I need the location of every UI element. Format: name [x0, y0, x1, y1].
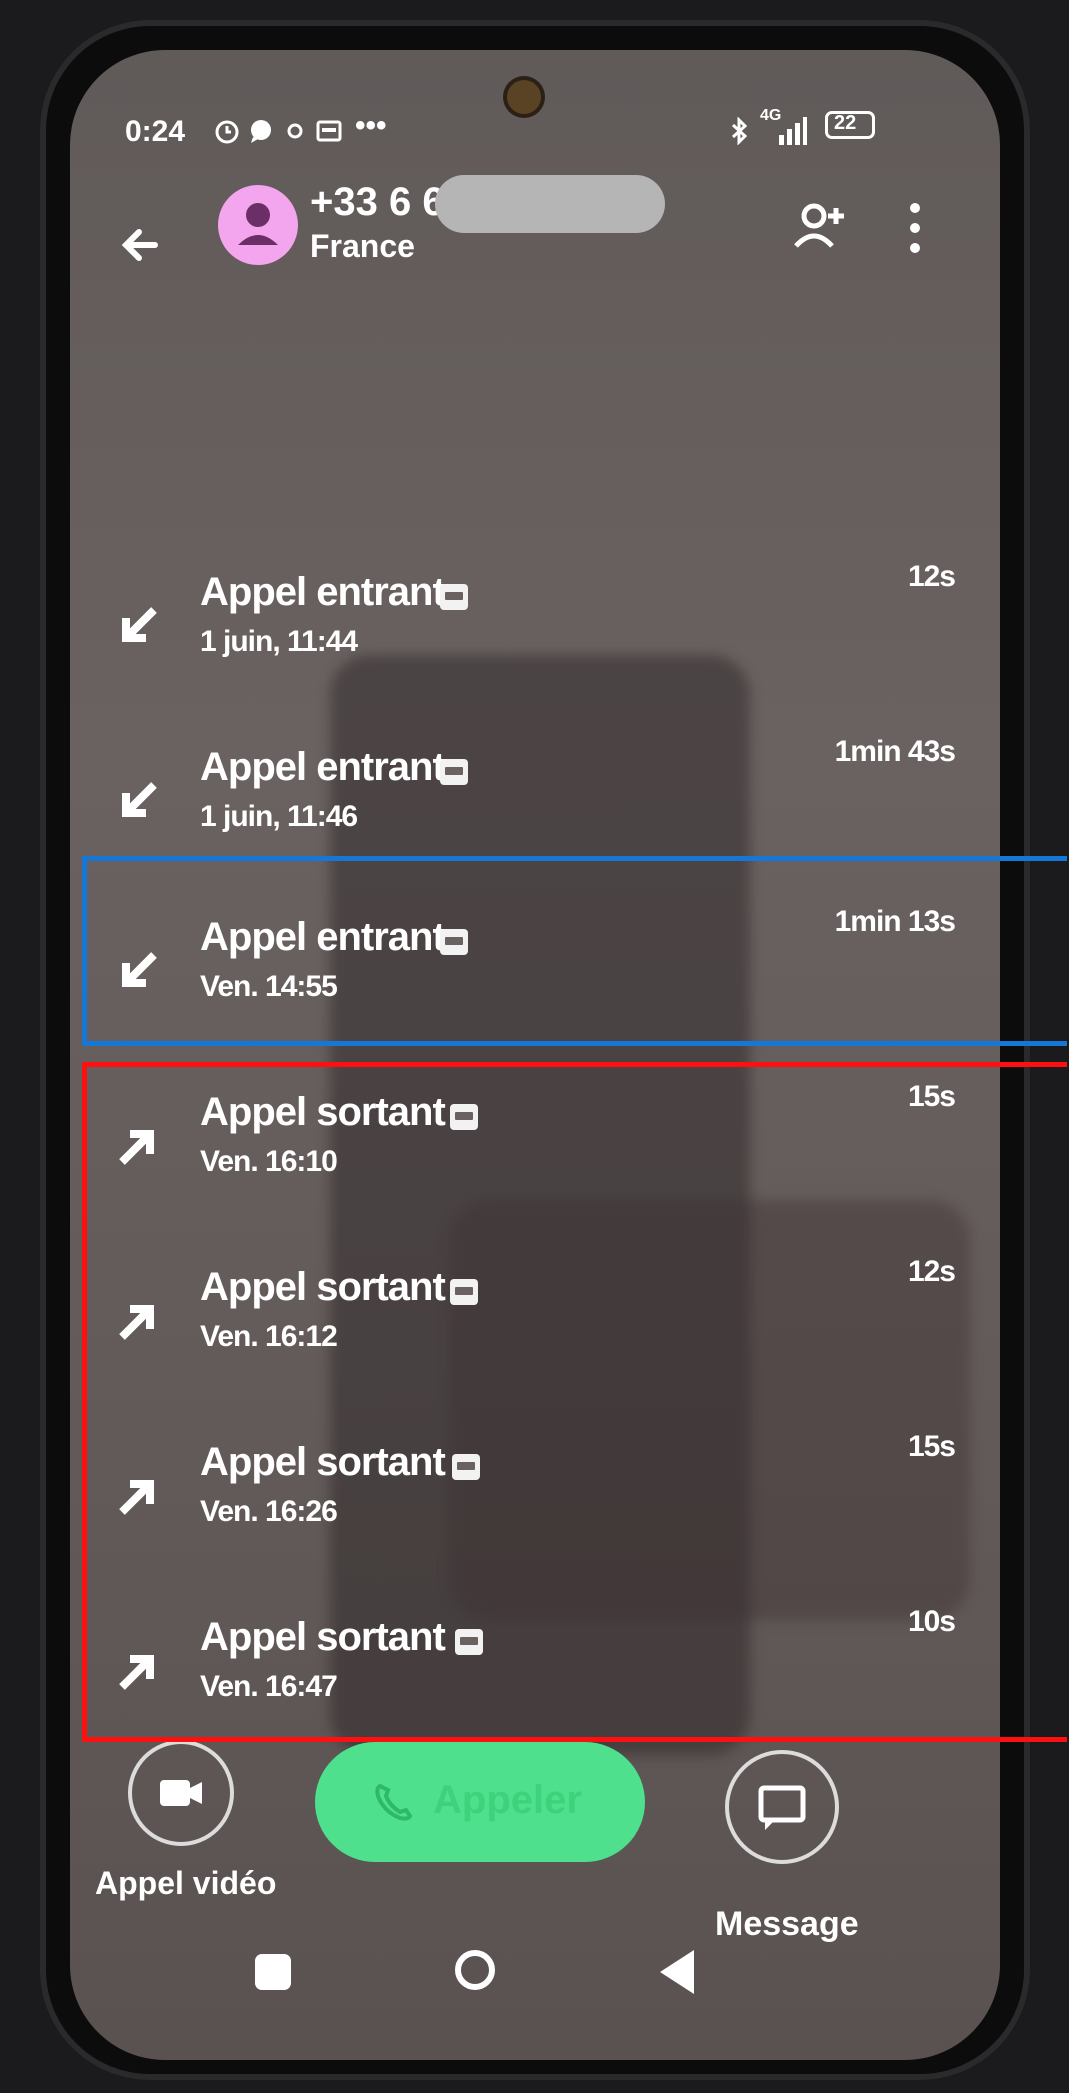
- recent-apps-icon[interactable]: [255, 1954, 291, 1990]
- call-button[interactable]: Appeler: [315, 1742, 645, 1862]
- phone-screen: 0:24 ••• 4G 22 +33 6 6 France Appel entr…: [70, 50, 1000, 2060]
- home-icon[interactable]: [455, 1950, 495, 1990]
- highlight-box-red: [82, 1062, 1067, 1742]
- video-camera-icon: [160, 1780, 202, 1806]
- bottom-actions-layer: Appel vidéo Appeler Message: [70, 50, 1000, 2060]
- message-icon: [758, 1785, 806, 1830]
- nav-back-icon[interactable]: [660, 1950, 694, 1994]
- video-call-button[interactable]: [128, 1740, 234, 1846]
- highlight-box-blue: [82, 856, 1067, 1046]
- phone-icon: [375, 1783, 413, 1821]
- video-call-label: Appel vidéo: [95, 1865, 277, 1901]
- call-button-label: Appeler: [433, 1778, 582, 1822]
- message-label: Message: [715, 1905, 859, 1943]
- message-button[interactable]: [725, 1750, 839, 1864]
